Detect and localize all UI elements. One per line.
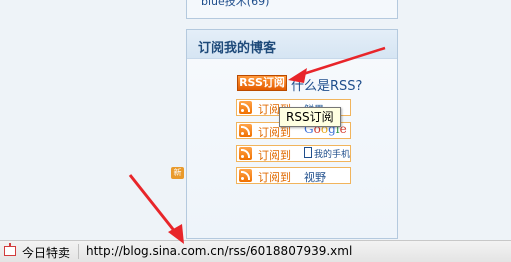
subscribe-mobile-button[interactable]: 订阅到 我的手机 xyxy=(236,145,351,162)
rss-icon xyxy=(239,124,252,137)
subscribe-to-label: 订阅到 xyxy=(258,149,291,162)
subscribe-box-header: 订阅我的博客 xyxy=(187,30,397,59)
subscribe-box-title: 订阅我的博客 xyxy=(198,41,277,56)
subscribe-box: 订阅我的博客 RSS订阅 什么是RSS? 订阅到 鲜果 订阅到 Google 订… xyxy=(186,29,398,239)
status-bar: 今日特卖 http://blog.sina.com.cn/rss/6018807… xyxy=(0,240,511,262)
rss-icon xyxy=(239,169,252,182)
new-badge: 新 xyxy=(171,167,184,179)
gift-icon[interactable] xyxy=(4,243,16,256)
shiye-icon: 视野 xyxy=(304,171,326,184)
previous-panel: blue技术(69) xyxy=(186,0,398,19)
rss-icon xyxy=(239,147,252,160)
subscribe-to-label: 订阅到 xyxy=(258,171,291,184)
subscribe-shiye-button[interactable]: 订阅到 视野 xyxy=(236,167,351,184)
rss-icon xyxy=(239,101,252,114)
todays-deals-link[interactable]: 今日特卖 xyxy=(22,244,70,261)
page-left-area xyxy=(0,0,186,240)
status-url: http://blog.sina.com.cn/rss/6018807939.x… xyxy=(86,244,353,258)
page-right-area xyxy=(398,0,511,240)
what-is-rss-link[interactable]: 什么是RSS? xyxy=(291,75,362,94)
rss-subscribe-button[interactable]: RSS订阅 xyxy=(237,75,287,91)
rss-tooltip: RSS订阅 xyxy=(279,107,341,127)
status-divider xyxy=(78,244,79,259)
category-link[interactable]: blue技术(69) xyxy=(201,0,269,9)
mobile-icon: 我的手机 xyxy=(304,147,350,160)
